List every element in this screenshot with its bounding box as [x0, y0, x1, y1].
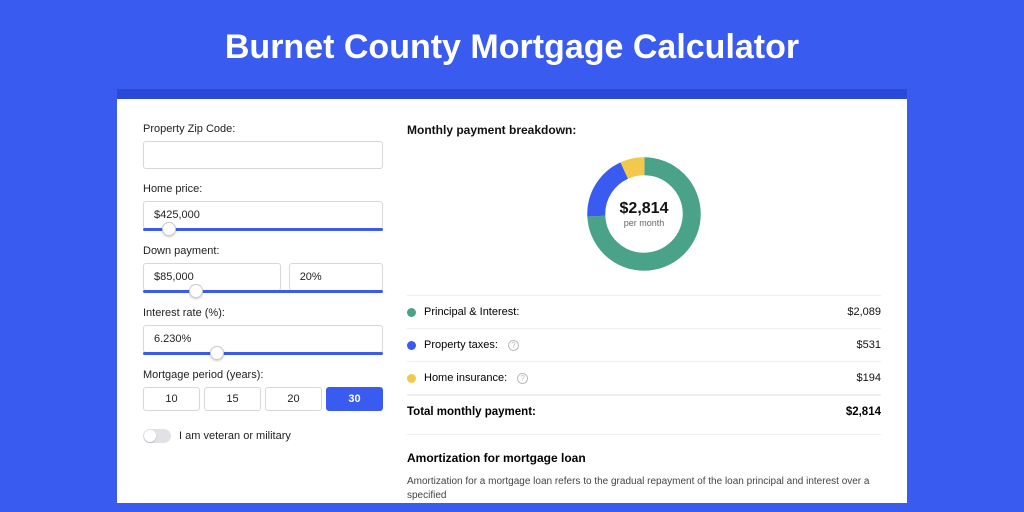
- donut-chart: $2,814 per month: [581, 151, 707, 277]
- dot-icon: [407, 374, 416, 383]
- interest-slider[interactable]: [143, 352, 383, 355]
- legend-label: Home insurance:: [424, 372, 507, 384]
- veteran-row: I am veteran or military: [143, 429, 383, 443]
- legend-row-taxes: Property taxes: ? $531: [407, 329, 881, 362]
- amortization-text: Amortization for a mortgage loan refers …: [407, 475, 881, 503]
- legend-label: Property taxes:: [424, 339, 498, 351]
- veteran-label: I am veteran or military: [179, 430, 291, 442]
- period-btn-20[interactable]: 20: [265, 387, 322, 411]
- down-payment-pct-input[interactable]: [289, 263, 383, 291]
- legend: Principal & Interest: $2,089 Property ta…: [407, 295, 881, 434]
- donut-wrap: $2,814 per month: [407, 151, 881, 277]
- home-price-field: Home price:: [143, 183, 383, 231]
- down-payment-amount-input[interactable]: [143, 263, 281, 291]
- zip-input[interactable]: [143, 141, 383, 169]
- donut-sub: per month: [620, 218, 669, 228]
- info-icon[interactable]: ?: [517, 373, 528, 384]
- info-icon[interactable]: ?: [508, 340, 519, 351]
- legend-row-principal: Principal & Interest: $2,089: [407, 296, 881, 329]
- home-price-label: Home price:: [143, 183, 383, 195]
- page-title: Burnet County Mortgage Calculator: [0, 0, 1024, 89]
- interest-label: Interest rate (%):: [143, 307, 383, 319]
- interest-field: Interest rate (%):: [143, 307, 383, 355]
- amortization-section: Amortization for mortgage loan Amortizat…: [407, 434, 881, 503]
- down-payment-field: Down payment:: [143, 245, 383, 293]
- interest-input[interactable]: [143, 325, 383, 353]
- zip-label: Property Zip Code:: [143, 123, 383, 135]
- breakdown-heading: Monthly payment breakdown:: [407, 123, 881, 137]
- period-btn-10[interactable]: 10: [143, 387, 200, 411]
- total-label: Total monthly payment:: [407, 406, 536, 418]
- zip-field: Property Zip Code:: [143, 123, 383, 169]
- period-btn-30[interactable]: 30: [326, 387, 383, 411]
- total-row: Total monthly payment: $2,814: [407, 395, 881, 434]
- period-field: Mortgage period (years): 10 15 20 30: [143, 369, 383, 411]
- period-label: Mortgage period (years):: [143, 369, 383, 381]
- legend-value: $531: [857, 339, 881, 351]
- legend-value: $2,089: [847, 306, 881, 318]
- legend-row-insurance: Home insurance: ? $194: [407, 362, 881, 395]
- home-price-input[interactable]: [143, 201, 383, 229]
- home-price-slider[interactable]: [143, 228, 383, 231]
- dot-icon: [407, 308, 416, 317]
- veteran-toggle[interactable]: [143, 429, 171, 443]
- period-buttons: 10 15 20 30: [143, 387, 383, 411]
- down-payment-slider[interactable]: [143, 290, 383, 293]
- donut-value: $2,814: [620, 200, 669, 218]
- legend-label: Principal & Interest:: [424, 306, 519, 318]
- inputs-panel: Property Zip Code: Home price: Down paym…: [143, 123, 383, 503]
- legend-value: $194: [857, 372, 881, 384]
- dot-icon: [407, 341, 416, 350]
- down-payment-label: Down payment:: [143, 245, 383, 257]
- total-value: $2,814: [846, 406, 881, 418]
- amortization-heading: Amortization for mortgage loan: [407, 451, 881, 465]
- breakdown-panel: Monthly payment breakdown: $2,814 per mo…: [407, 123, 881, 503]
- calculator-card: Property Zip Code: Home price: Down paym…: [117, 89, 907, 503]
- period-btn-15[interactable]: 15: [204, 387, 261, 411]
